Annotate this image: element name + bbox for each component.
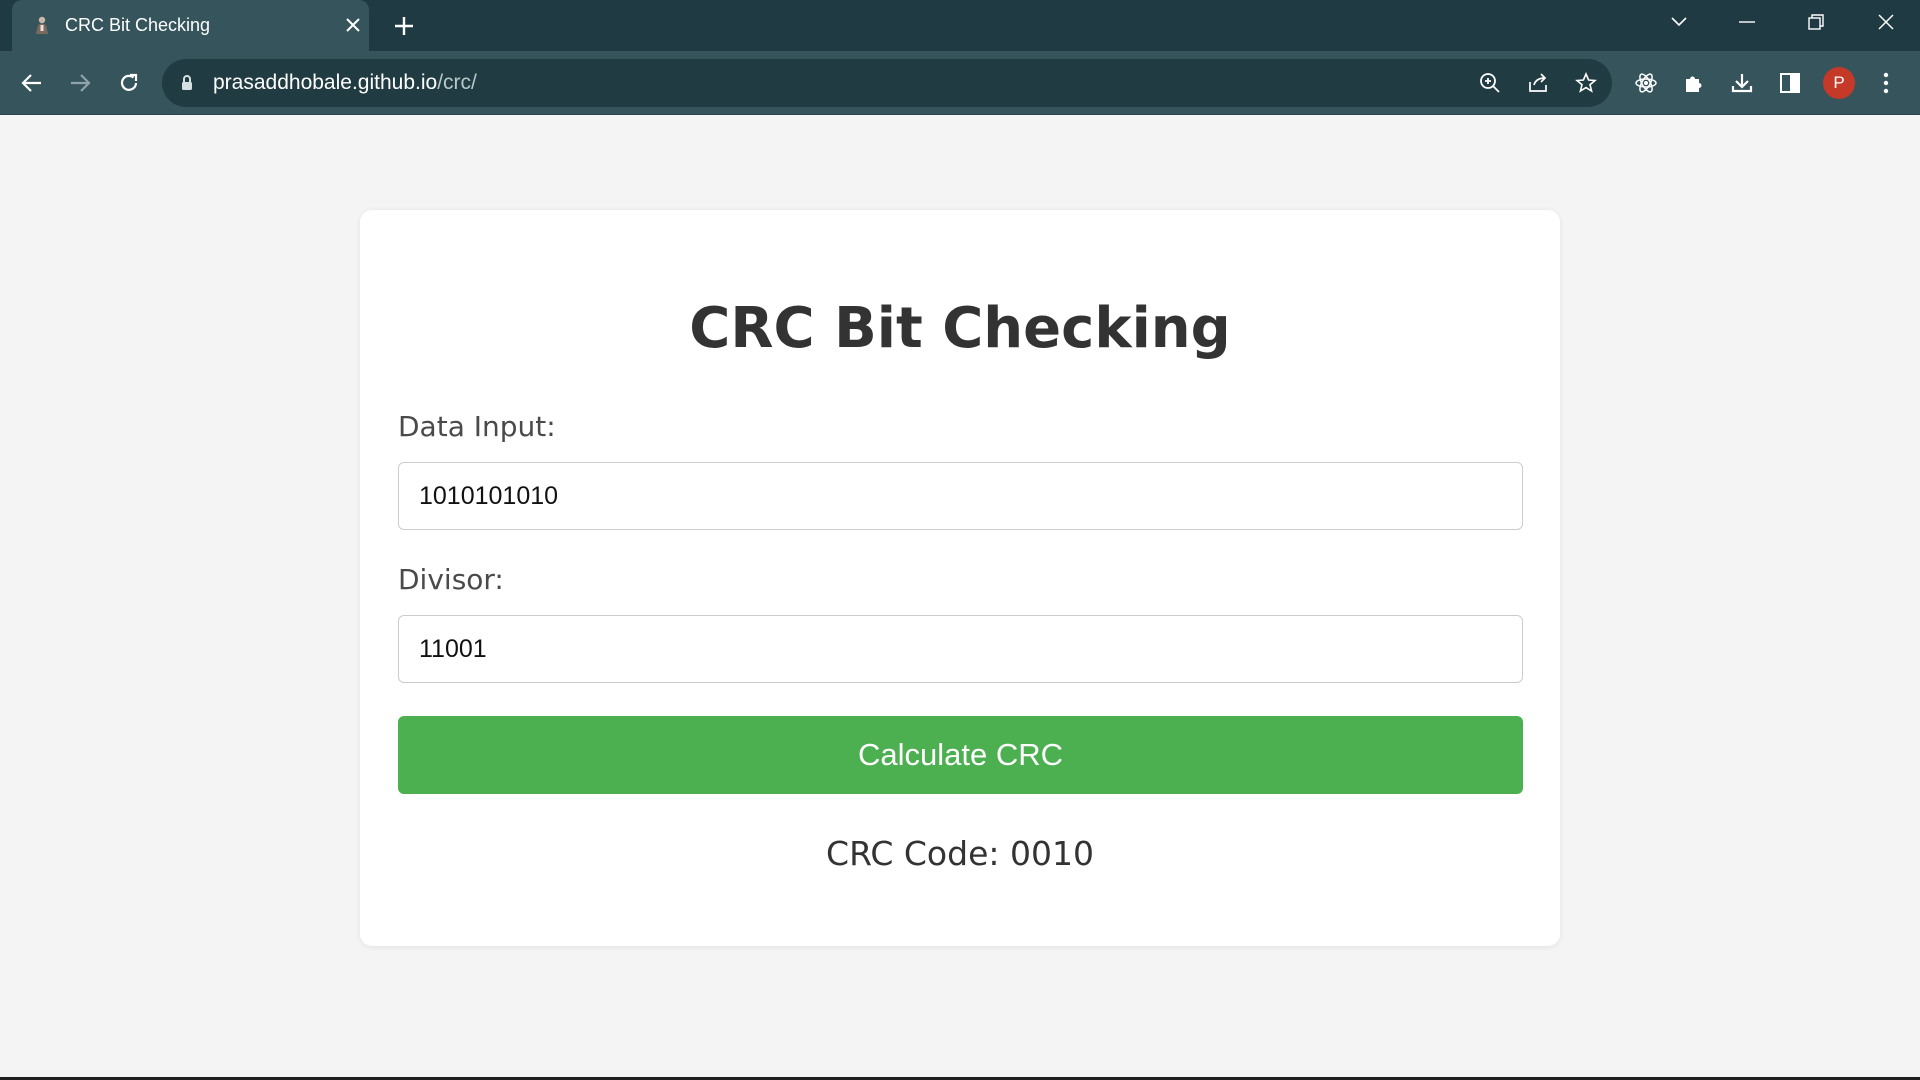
close-tab-icon[interactable] [342,14,364,36]
more-menu-icon[interactable] [1870,65,1902,101]
address-bar[interactable]: prasaddhobale.github.io/crc/ [162,59,1612,107]
browser-toolbar: prasaddhobale.github.io/crc/ P [0,51,1920,115]
tab-title: CRC Bit Checking [65,15,211,35]
crc-result-text: CRC Code: 0010 [826,834,1094,873]
minimize-icon[interactable] [1731,10,1763,34]
data-input-label: Data Input: [398,410,556,443]
calculate-crc-button[interactable]: Calculate CRC [398,716,1523,794]
site-favicon-icon [32,15,52,35]
url-text[interactable]: prasaddhobale.github.io/crc/ [213,71,477,95]
data-input-field[interactable] [398,462,1523,530]
react-devtools-icon[interactable] [1630,65,1662,101]
divisor-label: Divisor: [398,563,504,596]
download-icon[interactable] [1726,65,1758,101]
page-title: CRC Bit Checking [689,296,1231,361]
restore-icon[interactable] [1800,10,1832,34]
close-window-icon[interactable] [1870,10,1902,34]
forward-arrow-icon[interactable] [62,65,98,101]
crc-card: CRC Bit Checking Data Input: Divisor: Ca… [360,210,1560,946]
share-icon[interactable] [1524,69,1552,97]
lock-icon[interactable] [180,74,194,92]
profile-avatar[interactable]: P [1823,67,1855,99]
browser-tab[interactable]: CRC Bit Checking [12,0,369,51]
tab-search-chevron-icon[interactable] [1663,10,1695,34]
extensions-puzzle-icon[interactable] [1678,65,1710,101]
back-arrow-icon[interactable] [14,65,50,101]
reload-icon[interactable] [111,65,147,101]
zoom-icon[interactable] [1476,69,1504,97]
tab-strip: CRC Bit Checking [0,0,1920,51]
new-tab-icon[interactable] [391,13,417,39]
side-panel-icon[interactable] [1774,65,1806,101]
bookmark-star-icon[interactable] [1572,69,1600,97]
divisor-field[interactable] [398,615,1523,683]
